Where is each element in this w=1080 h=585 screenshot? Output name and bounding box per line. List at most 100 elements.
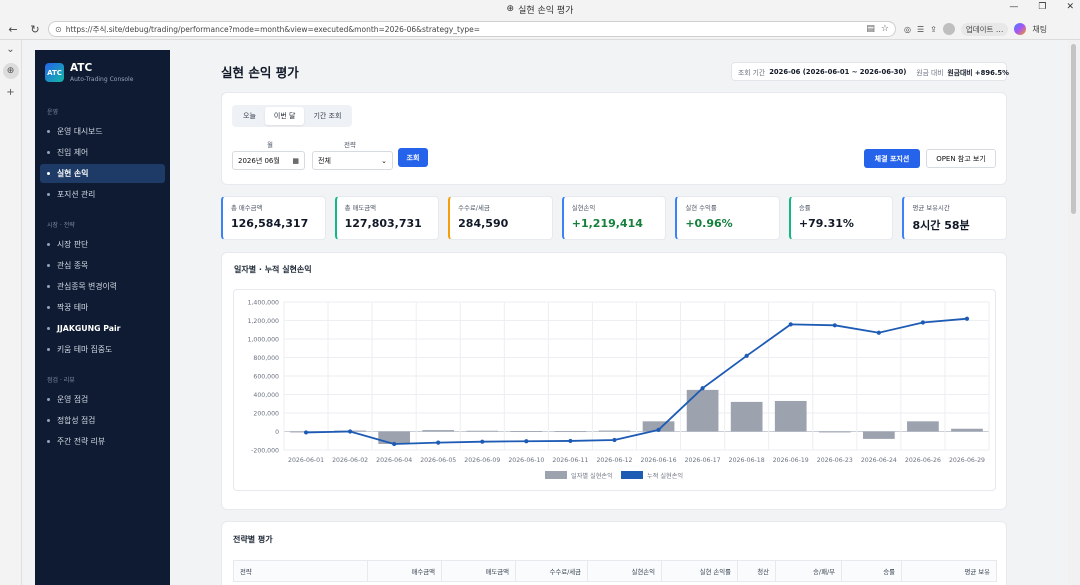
reader-icon[interactable]: ▤	[866, 24, 875, 34]
point-cumulative-pnl	[480, 439, 485, 444]
table-header-cell[interactable]: 승률	[842, 561, 902, 581]
point-cumulative-pnl	[568, 438, 573, 444]
sidebar-section-title: 점검 · 리뷰	[47, 377, 75, 384]
x-tick-label: 2026-06-05	[420, 457, 456, 464]
mode-tabs: 오늘 이번 달 기간 조회	[232, 105, 353, 127]
search-button[interactable]: 조회	[398, 148, 428, 167]
close-icon[interactable]: ✕	[1066, 2, 1074, 12]
strategy-select[interactable]: 전체 ⌄	[312, 151, 393, 170]
legend-label-daily: 일자별 실현손익	[571, 472, 613, 480]
sidebar-item[interactable]: 관심 종목	[40, 256, 165, 275]
update-button[interactable]: 업데이트 …	[960, 22, 1009, 36]
kpi-label: 평균 보유시간	[912, 204, 950, 212]
sidebar-item-label: 정합성 점검	[57, 416, 96, 425]
x-tick-label: 2026-06-02	[332, 457, 368, 464]
brand-logo: ATC	[45, 63, 64, 82]
share-icon[interactable]: ⇪	[930, 25, 937, 34]
sidebar-item[interactable]: 짝꿍 테마	[40, 298, 165, 317]
address-bar[interactable]: ⊙ https://주식.site/debug/trading/performa…	[48, 21, 896, 37]
browser-chrome: ⊕ 실현 손익 평가 — ❐ ✕ ← ↻ ⊙ https://주식.site/d…	[0, 0, 1080, 40]
bar-daily-pnl	[907, 421, 939, 432]
back-icon[interactable]: ←	[4, 23, 22, 36]
sidebar-item[interactable]: 시장 판단	[40, 235, 165, 254]
table-header-cell[interactable]: 실현 손익률	[662, 561, 738, 581]
browser-toolbar: ◎ ☰ ⇪ 업데이트 … 채팅	[904, 22, 1047, 36]
bar-daily-pnl	[554, 431, 587, 433]
bullet-icon	[47, 130, 50, 133]
sidebar-item-label: 시장 판단	[57, 240, 89, 249]
table-header-cell[interactable]: 매도금액	[442, 561, 516, 581]
plus-icon[interactable]: +	[6, 87, 14, 98]
minimize-icon[interactable]: —	[1009, 2, 1018, 12]
sidebar-item[interactable]: JJAKGUNG Pair	[40, 319, 165, 338]
sidebar-item[interactable]: 포지션 관리	[40, 185, 165, 204]
chevron-down-icon[interactable]: ⌄	[6, 44, 14, 55]
sidebar-item[interactable]: 키움 테마 집중도	[40, 340, 165, 359]
table-header-cell[interactable]: 수수료/세금	[516, 561, 588, 581]
kpi-card: 실현 수익률 +0.96%	[675, 196, 780, 240]
kpi-value: 8시간 58분	[912, 219, 970, 232]
sidebar-item[interactable]: 운영 대시보드	[40, 122, 165, 141]
table-header-cell[interactable]: 평균 보유	[902, 561, 996, 581]
bar-daily-pnl	[862, 431, 895, 439]
table-header-cell[interactable]: 실현손익	[588, 561, 662, 581]
point-cumulative-pnl	[700, 386, 705, 391]
y-tick-label: 800,000	[253, 355, 279, 362]
bar-daily-pnl	[951, 428, 983, 432]
mode-tab[interactable]: 이번 달	[264, 107, 305, 125]
favorite-icon[interactable]: ☆	[881, 24, 889, 34]
kpi-card: 총 매도금액 127,803,731	[334, 196, 440, 240]
table-header-cell[interactable]: 승/패/무	[776, 561, 842, 581]
table-header-cell[interactable]: 매수금액	[368, 561, 442, 581]
sidebar-item[interactable]: 주간 전략 리뷰	[40, 432, 165, 451]
chat-button[interactable]: 채팅	[1032, 24, 1047, 35]
sidebar-item[interactable]: 관심종목 변경이력	[40, 277, 165, 296]
site-info-icon[interactable]: ⊙	[55, 25, 62, 34]
point-cumulative-pnl	[920, 320, 926, 325]
mode-tab[interactable]: 오늘	[234, 107, 265, 125]
table-header-cell[interactable]: 청산	[738, 561, 776, 581]
chart-card: 일자별 · 누적 실현손익 1,400,000 1,200,000 1,000,00…	[221, 252, 1007, 510]
hold-positions-button[interactable]: 체결 포지션	[864, 149, 920, 168]
point-cumulative-pnl	[876, 330, 881, 335]
kpi-card: 평균 보유시간 8시간 58분	[902, 196, 1008, 240]
extensions-icon[interactable]: ◎	[904, 25, 911, 34]
sidebar-item[interactable]: 진입 제어	[40, 143, 165, 162]
bullet-icon	[47, 348, 50, 351]
mode-tab[interactable]: 기간 조회	[304, 107, 350, 125]
table-header-cell[interactable]: 전략	[234, 561, 368, 581]
calendar-icon[interactable]: ▦	[292, 157, 299, 165]
bullet-icon	[47, 151, 50, 154]
sidebar-section-title: 시장 · 전략	[47, 222, 75, 229]
x-tick-label: 2026-06-09	[464, 457, 500, 464]
strategy-table-header: 전략 매수금액 매도금액 수수료/세금 실현손익 실현 손익률 청산 승/패/무 승률 평균 보유	[233, 560, 997, 582]
sidebar-item[interactable]: 운영 점검	[40, 390, 165, 409]
kpi-value: 284,590	[458, 217, 509, 230]
collections-icon[interactable]: ☰	[917, 25, 924, 34]
profile-avatar[interactable]	[942, 23, 955, 35]
page-scrollbar[interactable]	[1068, 40, 1080, 585]
sidebar-item[interactable]: 실현 손익	[40, 164, 165, 183]
strategy-title: 전략별 평가	[233, 535, 273, 544]
bullet-icon	[47, 264, 50, 267]
kpi-row: 총 매수금액 126,584,317 총 매도금액 127,803,731 수수료/세금…	[221, 196, 1008, 240]
point-cumulative-pnl	[744, 353, 749, 358]
open-reference-button[interactable]: OPEN 참고 보기	[926, 149, 996, 168]
x-tick-label: 2026-06-17	[685, 457, 721, 464]
bar-daily-pnl	[818, 431, 851, 433]
chart-container: 1,400,000 1,200,000 1,000,000 800,000 600,00…	[233, 289, 996, 491]
scrollbar-thumb[interactable]	[1071, 44, 1076, 214]
restore-icon[interactable]: ❐	[1038, 2, 1046, 12]
sidebar-item-label: 운영 점검	[57, 395, 89, 404]
sidebar-item[interactable]: 정합성 점검	[40, 411, 165, 430]
x-tick-label: 2026-06-10	[508, 457, 544, 464]
y-tick-label: 1,000,000	[248, 337, 280, 344]
bar-daily-pnl	[510, 431, 543, 432]
brand[interactable]: ATC ATC Auto-Trading Console	[35, 50, 170, 93]
globe-icon[interactable]: ⊕	[2, 63, 19, 79]
copilot-icon[interactable]	[1014, 23, 1027, 35]
y-tick-label: 1,400,000	[248, 300, 280, 307]
month-input[interactable]: 2026년 06월 ▦	[232, 151, 305, 170]
reload-icon[interactable]: ↻	[26, 23, 44, 36]
month-label: 월	[267, 141, 273, 149]
